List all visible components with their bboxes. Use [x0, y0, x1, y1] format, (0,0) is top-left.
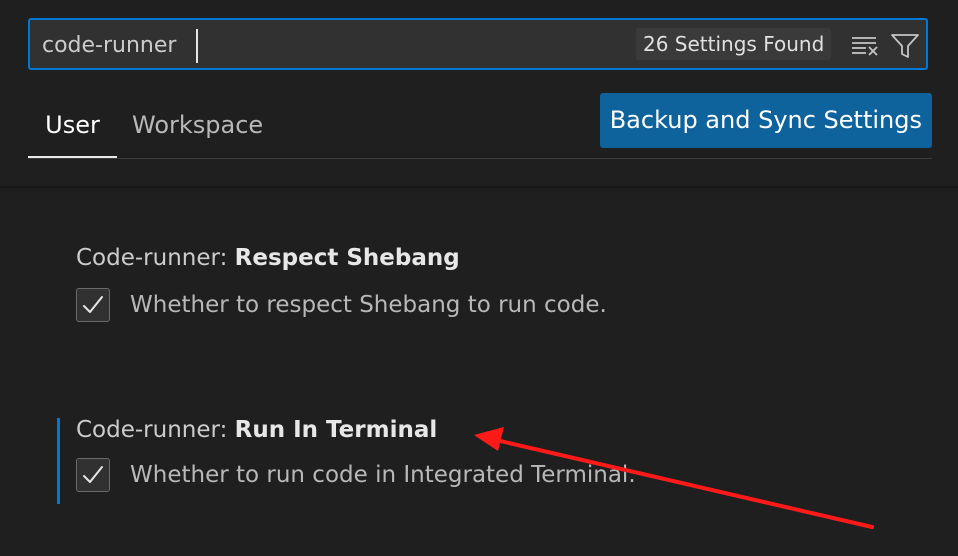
setting-description: Whether to respect Shebang to run code. — [130, 292, 607, 318]
tab-user[interactable]: User — [28, 96, 117, 158]
setting-respect-shebang: Code-runner: Respect Shebang Whether to … — [57, 242, 927, 342]
setting-title: Code-runner: Respect Shebang — [76, 242, 927, 274]
text-cursor — [196, 29, 198, 63]
backup-and-sync-button[interactable]: Backup and Sync Settings — [599, 93, 932, 148]
setting-value-row: Whether to run code in Integrated Termin… — [76, 458, 927, 498]
settings-search-input[interactable] — [42, 29, 602, 61]
setting-value-row: Whether to respect Shebang to run code. — [76, 288, 927, 328]
setting-label: Respect Shebang — [234, 245, 460, 271]
filter-icon[interactable] — [890, 31, 920, 61]
setting-title: Code-runner: Run In Terminal — [76, 414, 927, 446]
setting-label: Run In Terminal — [234, 417, 438, 443]
settings-search-box[interactable]: 26 Settings Found — [28, 18, 928, 70]
run-in-terminal-checkbox[interactable] — [76, 458, 110, 492]
clear-filter-icon[interactable] — [850, 32, 880, 60]
settings-editor: 26 Settings Found User Workspace Backu — [0, 0, 958, 556]
checkmark-icon — [83, 296, 103, 313]
setting-category: Code-runner: — [76, 417, 235, 443]
setting-category: Code-runner: — [76, 245, 235, 271]
respect-shebang-checkbox[interactable] — [76, 288, 110, 322]
setting-description: Whether to run code in Integrated Termin… — [130, 462, 636, 488]
checkmark-icon — [83, 466, 103, 483]
search-result-count: 26 Settings Found — [636, 28, 832, 60]
header-divider — [0, 186, 958, 190]
tab-workspace[interactable]: Workspace — [132, 96, 263, 156]
setting-run-in-terminal: Code-runner: Run In Terminal Whether to … — [57, 417, 927, 504]
